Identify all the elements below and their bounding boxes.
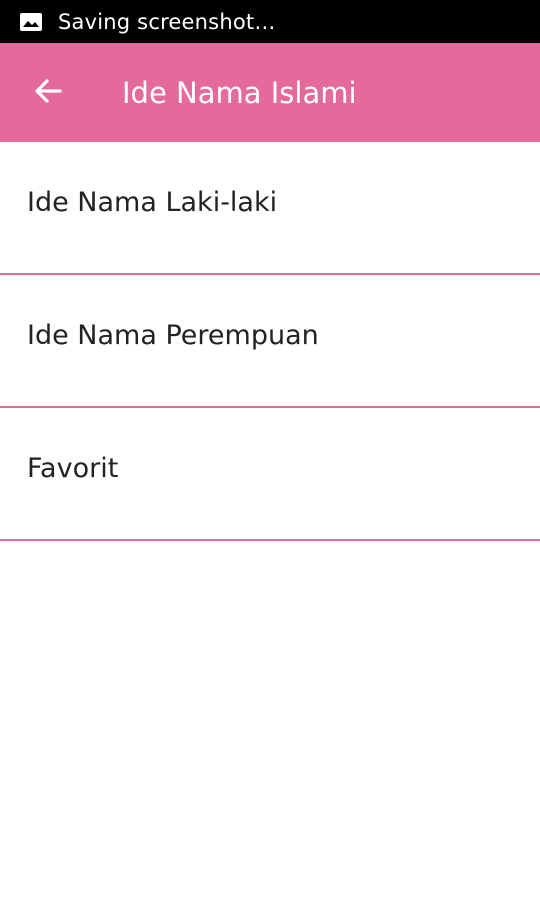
arrow-left-icon: [33, 76, 63, 110]
menu-item-ide-nama-laki-laki[interactable]: Ide Nama Laki-laki: [0, 142, 540, 273]
menu-item-label: Favorit: [27, 453, 119, 484]
divider: [0, 539, 540, 541]
menu-item-ide-nama-perempuan[interactable]: Ide Nama Perempuan: [0, 275, 540, 406]
image-icon: [18, 11, 44, 33]
status-notification-text: Saving screenshot…: [58, 9, 276, 34]
page-title: Ide Nama Islami: [122, 75, 357, 110]
menu-item-label: Ide Nama Perempuan: [27, 320, 319, 351]
app-toolbar: Ide Nama Islami: [0, 43, 540, 142]
status-bar: Saving screenshot…: [0, 0, 540, 43]
back-button[interactable]: [26, 71, 70, 115]
menu-item-favorit[interactable]: Favorit: [0, 408, 540, 539]
menu-item-label: Ide Nama Laki-laki: [27, 187, 278, 218]
menu-list: Ide Nama Laki-laki Ide Nama Perempuan Fa…: [0, 142, 540, 541]
